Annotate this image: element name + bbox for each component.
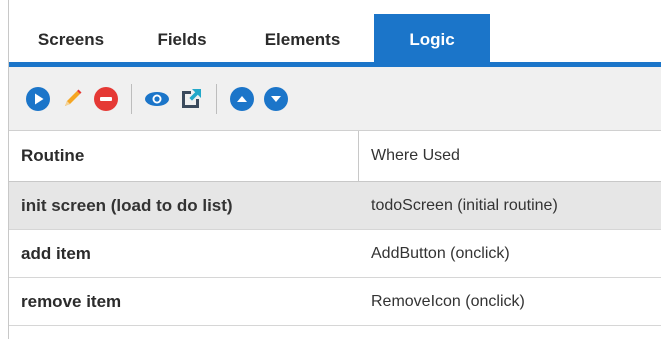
edit-button[interactable] xyxy=(55,82,89,116)
move-up-icon xyxy=(230,86,254,111)
run-icon xyxy=(26,86,50,111)
move-down-icon xyxy=(264,86,288,111)
tab-fields[interactable]: Fields xyxy=(133,14,231,66)
toolbar-separator xyxy=(216,83,217,114)
toolbar-separator xyxy=(131,83,132,114)
view-button[interactable] xyxy=(140,82,174,116)
routines-table: Routine Where Used init screen (load to … xyxy=(9,130,661,326)
table-row[interactable]: remove item RemoveIcon (onclick) xyxy=(9,278,661,326)
where-used-cell: RemoveIcon (onclick) xyxy=(371,292,525,310)
tab-logic[interactable]: Logic xyxy=(374,14,490,66)
tab-screens[interactable]: Screens xyxy=(9,14,133,66)
edit-icon xyxy=(65,89,82,106)
column-header-routine[interactable]: Routine xyxy=(9,131,359,181)
open-external-button[interactable] xyxy=(174,82,208,116)
where-used-cell: AddButton (onclick) xyxy=(371,244,510,262)
move-up-button[interactable] xyxy=(225,82,259,116)
table-row[interactable]: init screen (load to do list) todoScreen… xyxy=(9,182,661,230)
run-button[interactable] xyxy=(21,82,55,116)
routine-cell: init screen (load to do list) xyxy=(21,195,233,215)
remove-icon xyxy=(94,86,118,111)
logic-panel: Screens Fields Elements Logic Routine Wh… xyxy=(8,0,661,339)
tab-elements[interactable]: Elements xyxy=(231,14,374,66)
routine-cell: remove item xyxy=(21,291,122,311)
view-icon xyxy=(145,91,169,106)
move-down-button[interactable] xyxy=(259,82,293,116)
routine-cell: add item xyxy=(21,243,91,263)
column-header-where-used[interactable]: Where Used xyxy=(359,131,661,181)
toolbar xyxy=(9,67,661,130)
tab-bar: Screens Fields Elements Logic xyxy=(9,14,661,66)
open-external-icon xyxy=(182,88,201,108)
remove-button[interactable] xyxy=(89,82,123,116)
table-row[interactable]: add item AddButton (onclick) xyxy=(9,230,661,278)
table-header: Routine Where Used xyxy=(9,130,661,182)
where-used-cell: todoScreen (initial routine) xyxy=(371,196,558,214)
